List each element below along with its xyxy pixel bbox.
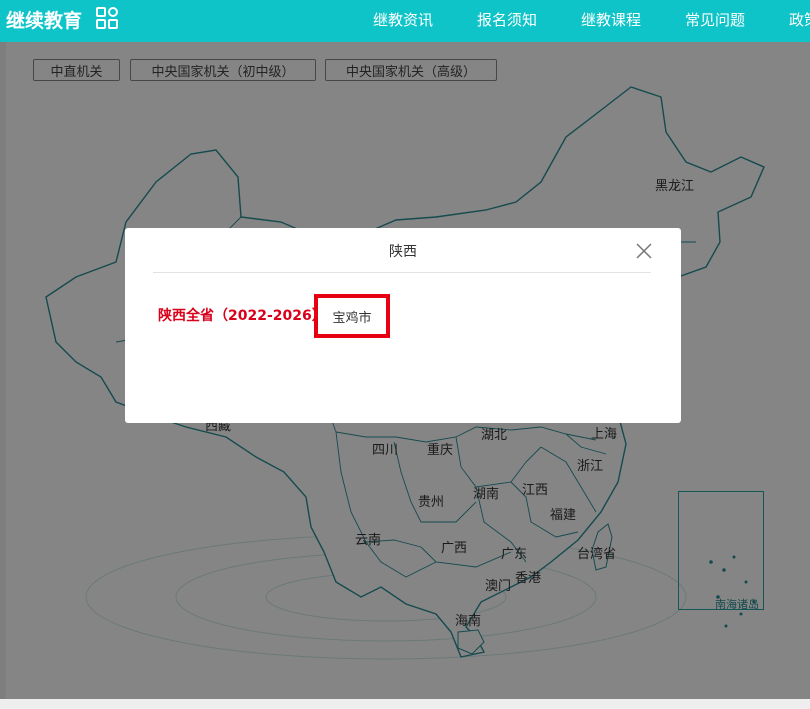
modal-divider bbox=[153, 272, 651, 273]
site-logo[interactable]: 继续教育 bbox=[6, 6, 82, 33]
apps-grid-icon[interactable] bbox=[96, 7, 118, 29]
modal-title: 陕西 bbox=[389, 244, 417, 260]
nav-policy[interactable]: 政策 bbox=[789, 9, 810, 30]
city-button-baoji[interactable]: 宝鸡市 bbox=[324, 302, 380, 330]
province-modal: 陕西 陕西全省（2022-2026） 宝鸡市 bbox=[125, 228, 681, 423]
nav-courses[interactable]: 继教课程 bbox=[581, 9, 641, 30]
close-icon[interactable] bbox=[635, 242, 653, 260]
province-all-link[interactable]: 陕西全省（2022-2026） bbox=[158, 305, 326, 325]
nav-faq[interactable]: 常见问题 bbox=[685, 9, 745, 30]
nav-registration-notice[interactable]: 报名须知 bbox=[477, 9, 537, 30]
nav-news[interactable]: 继教资讯 bbox=[373, 9, 433, 30]
top-nav-bar: 继续教育 继教资讯 报名须知 继教课程 常见问题 政策 bbox=[0, 0, 810, 42]
footer-strip bbox=[0, 699, 810, 709]
